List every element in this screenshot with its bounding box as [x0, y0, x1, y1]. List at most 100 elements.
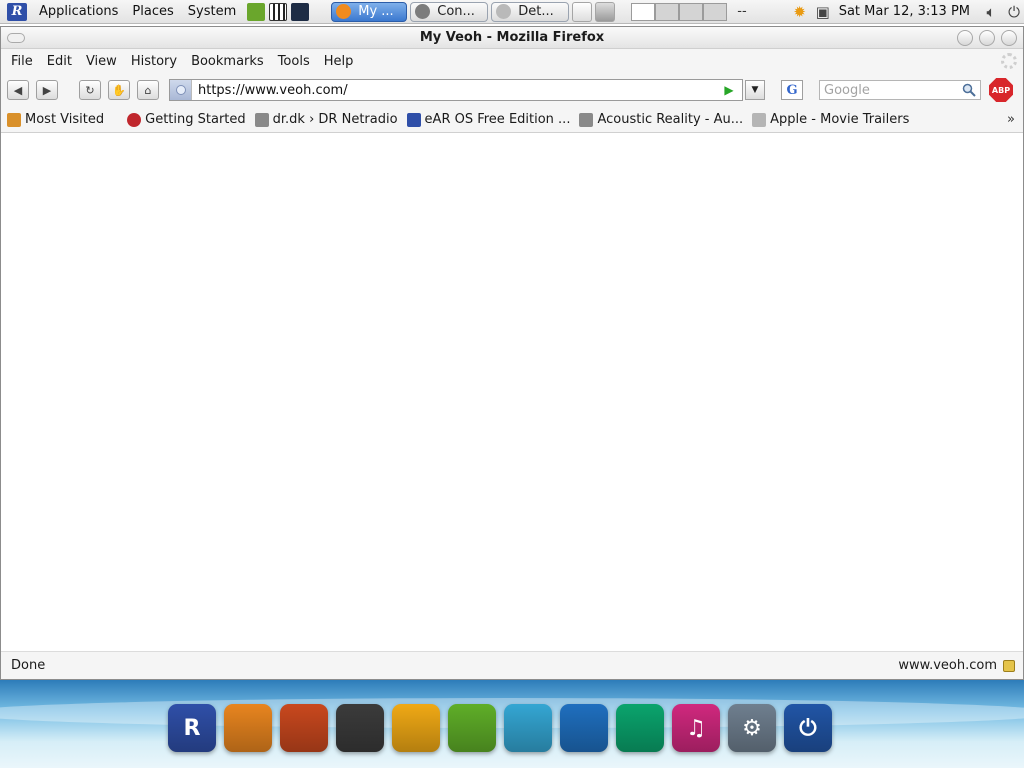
menu-view[interactable]: View — [79, 54, 124, 69]
menu-edit[interactable]: Edit — [40, 54, 79, 69]
bookmark-acoustic-reality[interactable]: Acoustic Reality - Au... — [579, 112, 743, 127]
task-details[interactable]: Det... — [491, 1, 570, 22]
menu-help[interactable]: Help — [317, 54, 361, 69]
coffee-icon[interactable] — [392, 704, 440, 752]
bookmarks-overflow-button[interactable]: » — [1007, 112, 1015, 127]
window-title: My Veoh - Mozilla Firefox — [419, 30, 605, 45]
url-bar[interactable]: ▶ — [169, 79, 743, 101]
page-content[interactable] — [1, 136, 1023, 652]
task-firefox[interactable]: My ... — [331, 1, 408, 22]
adblock-plus-icon[interactable]: ABP — [989, 78, 1013, 102]
apple-icon — [752, 112, 767, 127]
url-input[interactable] — [192, 81, 722, 99]
top-panel: R Applications Places System My ... Con.… — [0, 0, 1024, 24]
lock-icon[interactable] — [1003, 659, 1015, 672]
office-icon[interactable] — [560, 704, 608, 752]
search-bar[interactable] — [819, 80, 981, 100]
workspace-1[interactable] — [631, 2, 656, 21]
power-icon[interactable]: ⏻ — [1004, 2, 1024, 22]
back-button[interactable]: ◀ — [7, 80, 29, 100]
update-notifier-icon[interactable]: ✹ — [790, 2, 810, 22]
url-history-dropdown[interactable]: ▼ — [745, 80, 765, 100]
bookmarks-toolbar: Most Visited Getting Started dr.dk › DR … — [1, 107, 1023, 133]
bookmark-label: eAR OS Free Edition ... — [424, 112, 571, 127]
search-icon[interactable] — [960, 81, 978, 99]
window-titlebar[interactable]: My Veoh - Mozilla Firefox — [1, 27, 1023, 49]
navigation-toolbar: ◀ ▶ ↻ ✋ ⌂ ▶ ▼ G ABP — [1, 73, 1023, 107]
workspace-2[interactable] — [655, 2, 680, 21]
messenger-icon[interactable] — [504, 704, 552, 752]
status-bar: Done www.veoh.com — [1, 651, 1023, 679]
minimize-button[interactable] — [957, 29, 973, 46]
search-engine-icon[interactable]: G — [781, 80, 803, 100]
page-icon — [254, 112, 269, 127]
trash-icon[interactable] — [595, 1, 616, 22]
show-desktop-button[interactable] — [572, 1, 593, 22]
firefox-icon — [336, 4, 352, 19]
firefox-window: My Veoh - Mozilla Firefox File Edit View… — [0, 26, 1024, 680]
ear-os-icon — [406, 112, 421, 127]
network-icon[interactable]: ▣ — [813, 2, 833, 22]
home-button[interactable]: ⌂ — [137, 80, 159, 100]
stop-button[interactable]: ✋ — [108, 80, 130, 100]
bookmark-label: Apple - Movie Trailers — [770, 112, 910, 127]
cloud-icon — [496, 4, 512, 19]
menubar: File Edit View History Bookmarks Tools H… — [1, 49, 1023, 73]
bookmark-most-visited[interactable]: Most Visited — [7, 112, 104, 127]
bookmark-label: Most Visited — [25, 112, 105, 127]
status-domain: www.veoh.com — [898, 658, 997, 673]
system-monitor-icon[interactable] — [247, 2, 266, 21]
status-text: Done — [11, 658, 46, 673]
forward-button[interactable]: ▶ — [36, 80, 58, 100]
bookmark-dr-netradio[interactable]: dr.dk › DR Netradio — [254, 112, 398, 127]
feather-icon[interactable] — [616, 704, 664, 752]
bookmark-ear-os[interactable]: eAR OS Free Edition ... — [406, 112, 571, 127]
go-icon[interactable]: ▶ — [722, 83, 736, 97]
page-icon — [579, 112, 594, 127]
throbber-icon — [1001, 53, 1017, 69]
task-label: Det... — [518, 4, 554, 19]
applications-menu[interactable]: Applications — [32, 4, 125, 19]
maximize-button[interactable] — [979, 29, 995, 46]
photo-icon[interactable] — [448, 704, 496, 752]
flame-media-icon[interactable] — [336, 704, 384, 752]
system-menu[interactable]: System — [181, 4, 243, 19]
console-icon — [415, 4, 431, 19]
site-identity-icon[interactable] — [170, 80, 192, 100]
task-label: Con... — [437, 4, 475, 19]
bookmark-getting-started[interactable]: Getting Started — [127, 112, 246, 127]
menu-bookmarks[interactable]: Bookmarks — [184, 54, 271, 69]
dock: R ♫ ⚙ ⏻ — [168, 704, 840, 752]
workspace-4[interactable] — [703, 2, 728, 21]
music-icon[interactable]: ♫ — [672, 704, 720, 752]
bookmark-label: Acoustic Reality - Au... — [597, 112, 744, 127]
distro-logo-icon[interactable]: R — [7, 2, 27, 21]
firefox-icon[interactable] — [224, 704, 272, 752]
workspace-switcher — [631, 2, 728, 21]
task-label: My ... — [358, 4, 394, 19]
settings-icon[interactable]: ⚙ — [728, 704, 776, 752]
audio-app-icon[interactable] — [291, 2, 310, 21]
bookmark-label: Getting Started — [145, 112, 246, 127]
bookmark-apple-trailers[interactable]: Apple - Movie Trailers — [752, 112, 909, 127]
clock[interactable]: Sat Mar 12, 3:13 PM — [839, 4, 970, 19]
menu-file[interactable]: File — [4, 54, 40, 69]
volume-icon[interactable]: 🔈︎ — [981, 2, 1001, 22]
search-input[interactable] — [820, 82, 960, 98]
places-menu[interactable]: Places — [125, 4, 180, 19]
guitar-icon[interactable] — [280, 704, 328, 752]
desktop-dock-area: R ♫ ⚙ ⏻ — [0, 680, 1024, 768]
pager-label: -- — [737, 4, 747, 19]
folder-icon — [7, 112, 21, 127]
firefox-bookmark-icon — [127, 112, 142, 127]
bookmark-label: dr.dk › DR Netradio — [272, 112, 398, 127]
piano-icon[interactable] — [269, 2, 288, 21]
reload-button[interactable]: ↻ — [79, 80, 101, 100]
rwin-icon[interactable]: R — [168, 704, 216, 752]
close-button[interactable] — [1001, 29, 1017, 46]
task-console[interactable]: Con... — [410, 1, 489, 22]
menu-tools[interactable]: Tools — [271, 54, 317, 69]
menu-history[interactable]: History — [124, 54, 184, 69]
power-icon[interactable]: ⏻ — [784, 704, 832, 752]
workspace-3[interactable] — [679, 2, 704, 21]
